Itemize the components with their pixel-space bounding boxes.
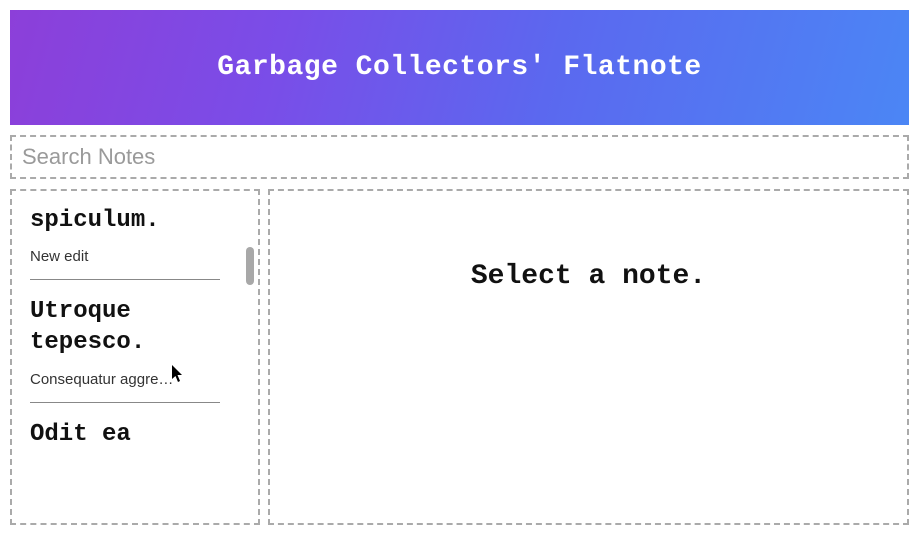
app-title: Garbage Collectors' Flatnote	[217, 52, 701, 83]
content-area: spiculum. New edit Utroque tepesco. Cons…	[0, 189, 919, 525]
note-preview: Consequatur aggre…	[30, 371, 220, 403]
note-item[interactable]: spiculum. New edit	[30, 199, 240, 290]
app-header: Garbage Collectors' Flatnote	[10, 10, 909, 125]
note-title: spiculum.	[30, 205, 240, 236]
search-input[interactable]	[22, 144, 897, 170]
scrollbar-thumb[interactable]	[246, 247, 254, 285]
note-title: Utroque tepesco.	[30, 296, 240, 358]
note-item[interactable]: Odit ea	[30, 413, 240, 460]
note-viewer: Select a note.	[268, 189, 909, 525]
empty-state-text: Select a note.	[471, 261, 706, 523]
note-title: Odit ea	[30, 419, 240, 450]
search-container	[10, 135, 909, 179]
note-item[interactable]: Utroque tepesco. Consequatur aggre…	[30, 290, 240, 412]
note-preview: New edit	[30, 248, 220, 280]
notes-sidebar[interactable]: spiculum. New edit Utroque tepesco. Cons…	[10, 189, 260, 525]
